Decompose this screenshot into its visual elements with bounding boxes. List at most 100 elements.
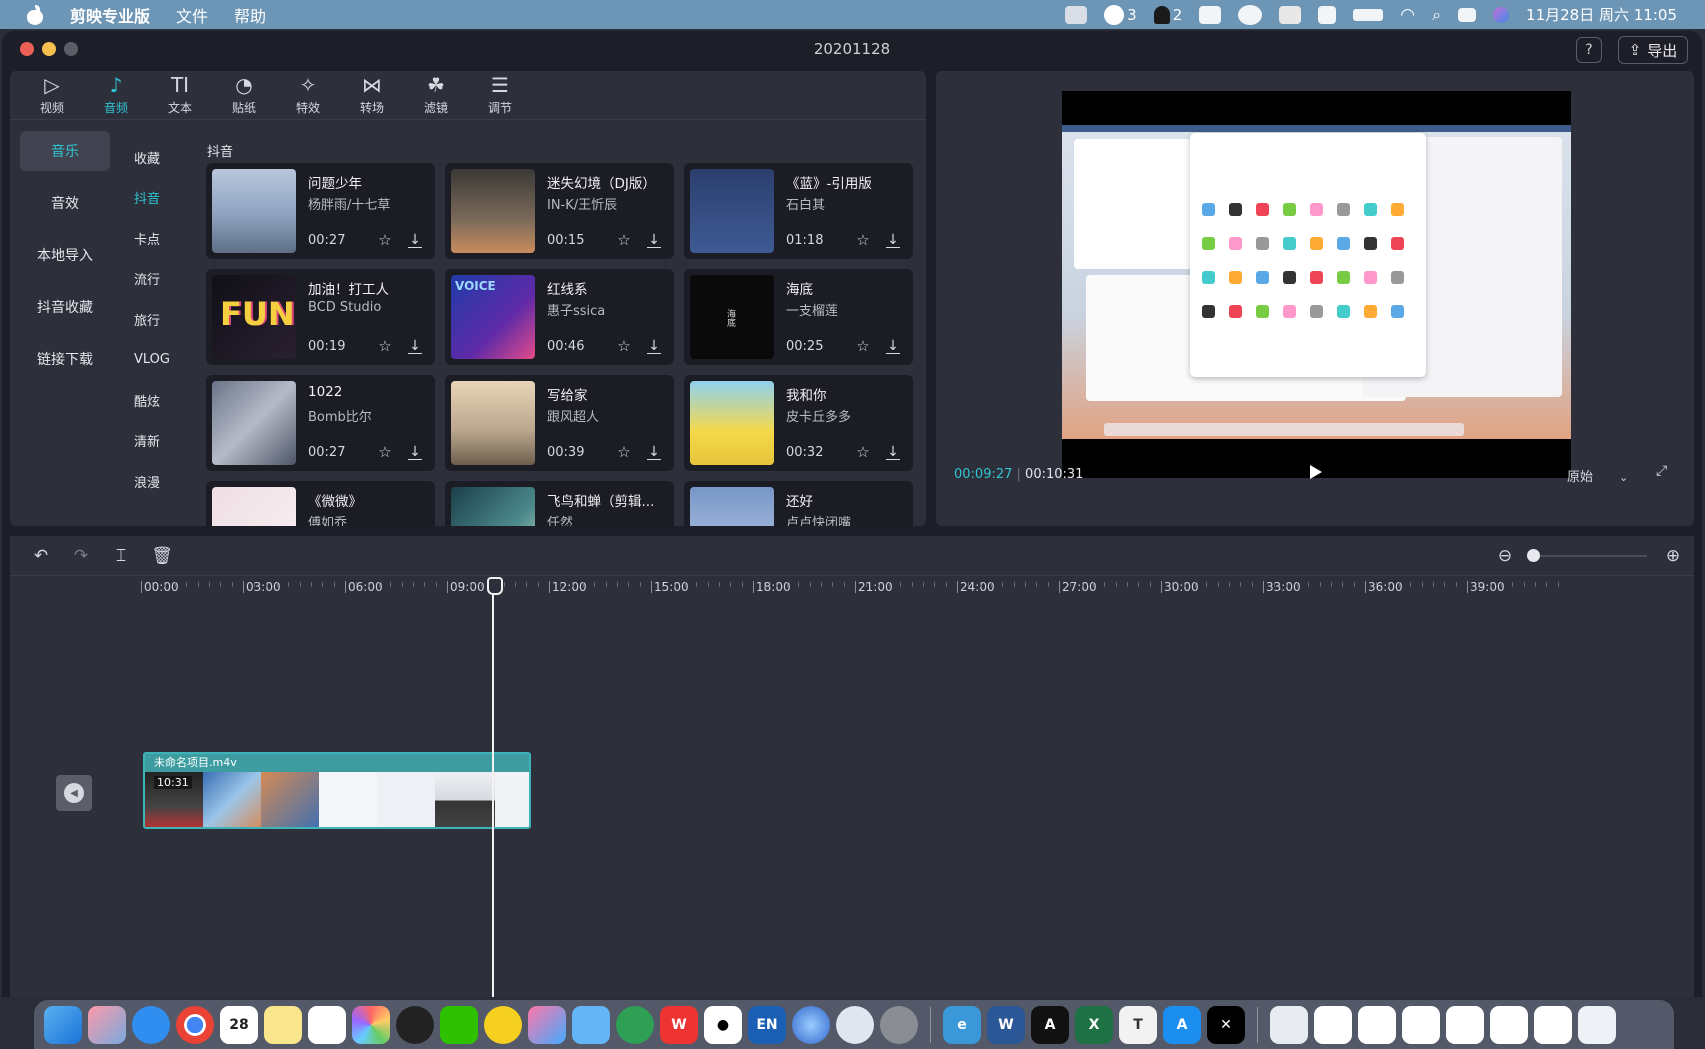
cloud-status-icon[interactable] — [1238, 4, 1263, 25]
control-status-icon[interactable] — [1199, 5, 1222, 24]
download-icon[interactable]: ↓ — [645, 231, 663, 249]
capcut-icon[interactable]: ✕ — [1207, 1005, 1245, 1044]
subcategory-item[interactable]: VLOG — [134, 340, 204, 381]
screenshot-file-icon[interactable] — [1402, 1005, 1440, 1044]
favorite-star-icon[interactable]: ☆ — [615, 337, 633, 355]
paint-icon[interactable] — [528, 1005, 566, 1044]
bird-app-icon[interactable] — [572, 1005, 610, 1044]
datetime[interactable]: 11月28日 周六 11:05 — [1526, 4, 1677, 25]
chrome-icon[interactable] — [176, 1005, 214, 1044]
tool-audio[interactable]: ♪ 音频 — [84, 71, 148, 120]
menu-help[interactable]: 帮助 — [234, 3, 266, 27]
download-icon[interactable]: ↓ — [884, 337, 902, 355]
zoom-in-icon[interactable]: ⊕ — [1662, 545, 1684, 567]
battery-icon[interactable] — [1353, 8, 1384, 21]
favorite-star-icon[interactable]: ☆ — [854, 443, 872, 461]
tool-effects[interactable]: ✧ 特效 — [276, 71, 340, 120]
video-clip[interactable]: 未命名项目.m4v 10:31 — [143, 752, 531, 829]
qq-icon[interactable] — [396, 1005, 434, 1044]
play-button[interactable] — [1310, 465, 1322, 479]
category-item[interactable]: 音乐 — [20, 131, 110, 171]
siri-icon[interactable] — [1493, 6, 1510, 23]
grid-status-icon[interactable] — [1318, 5, 1337, 24]
category-item[interactable]: 链接下载 — [20, 339, 110, 379]
notes-icon[interactable] — [264, 1005, 302, 1044]
menu-file[interactable]: 文件 — [176, 3, 208, 27]
download-icon[interactable]: ↓ — [645, 337, 663, 355]
track-card[interactable]: 飞鸟和蝉（剪辑... 任然 — [445, 481, 674, 526]
reminders-icon[interactable] — [308, 1005, 346, 1044]
favorite-star-icon[interactable]: ☆ — [615, 231, 633, 249]
maps-icon[interactable] — [484, 1005, 522, 1044]
search-icon[interactable]: ⌕ — [1432, 5, 1441, 25]
screenshot-status-icon[interactable] — [1279, 5, 1302, 24]
safari-icon[interactable] — [132, 1005, 170, 1044]
help-button[interactable]: ? — [1576, 37, 1602, 63]
tool-filter[interactable]: ☘ 滤镜 — [404, 71, 468, 120]
subcategory-item[interactable]: 酷炫 — [134, 380, 204, 421]
category-item[interactable]: 抖音收藏 — [20, 287, 110, 327]
time-ruler[interactable]: 00:00 03:00 06:00 09:00 12:00 15:00 18:00 21:00… — [141, 580, 1694, 596]
subcategory-item[interactable]: 收藏 — [134, 137, 204, 178]
screenshot-file-icon[interactable] — [1358, 1005, 1396, 1044]
redo-icon[interactable]: ↷ — [70, 545, 92, 567]
calendar-icon[interactable]: 28 — [220, 1005, 258, 1044]
download-icon[interactable]: ↓ — [884, 231, 902, 249]
subcategory-item[interactable]: 抖音 — [134, 178, 204, 219]
track-card[interactable]: 《微微》 傅如乔 — [206, 481, 435, 526]
screenshot-file-icon[interactable] — [1534, 1005, 1572, 1044]
category-item[interactable]: 音效 — [20, 183, 110, 223]
favorite-star-icon[interactable]: ☆ — [376, 231, 394, 249]
track-card[interactable]: 写给家 跟风超人 00:39 ☆ ↓ — [445, 375, 674, 471]
favorite-star-icon[interactable]: ☆ — [376, 443, 394, 461]
tool-video[interactable]: ▷ 视频 — [20, 71, 84, 120]
menu-app-name[interactable]: 剪映专业版 — [70, 3, 150, 27]
favorite-star-icon[interactable]: ☆ — [854, 337, 872, 355]
screenshot-file-icon[interactable] — [1490, 1005, 1528, 1044]
delete-icon[interactable]: 🗑 — [151, 545, 173, 567]
app-store-icon[interactable]: A — [1163, 1005, 1201, 1044]
panda-icon[interactable]: ● — [704, 1005, 742, 1044]
apple-menu-icon[interactable] — [26, 4, 44, 25]
zoom-slider-knob[interactable] — [1526, 549, 1540, 562]
tool-transition[interactable]: ⋈ 转场 — [340, 71, 404, 120]
network-icon[interactable] — [792, 1005, 830, 1044]
subcategory-item[interactable]: 浪漫 — [134, 461, 204, 502]
track-card[interactable]: 1022 Bomb比尔 00:27 ☆ ↓ — [206, 375, 435, 471]
wechat-icon[interactable] — [440, 1005, 478, 1044]
track-card[interactable]: 迷失幻境（DJ版） IN-K/王忻辰 00:15 ☆ ↓ — [445, 163, 674, 259]
notification-status-icon[interactable]: 2 — [1153, 5, 1182, 24]
export-button[interactable]: ⇪ 导出 — [1618, 36, 1688, 64]
playhead[interactable] — [487, 577, 503, 997]
download-icon[interactable]: ↓ — [406, 231, 424, 249]
wechat-status-icon[interactable]: 3 — [1104, 4, 1137, 25]
undo-icon[interactable]: ↶ — [30, 545, 52, 567]
zoom-out-icon[interactable]: ⊖ — [1494, 545, 1516, 567]
excel-icon[interactable]: X — [1075, 1005, 1113, 1044]
track-card[interactable]: 还好 卢卢快闭嘴 — [684, 481, 913, 526]
favorite-star-icon[interactable]: ☆ — [854, 231, 872, 249]
subcategory-item[interactable]: 清新 — [134, 421, 204, 462]
typora-icon[interactable]: T — [1119, 1005, 1157, 1044]
fullscreen-icon[interactable]: ⤢ — [1656, 463, 1672, 479]
evernote-icon[interactable] — [616, 1005, 654, 1044]
track-card[interactable]: 问题少年 杨胖雨/十七草 00:27 ☆ ↓ — [206, 163, 435, 259]
track-card[interactable]: VOICE 红线系 惠子ssica 00:46 ☆ ↓ — [445, 269, 674, 365]
photos-icon[interactable] — [352, 1005, 390, 1044]
subcategory-item[interactable]: 旅行 — [134, 299, 204, 340]
track-card[interactable]: FUN 加油！打工人 BCD Studio 00:19 ☆ ↓ — [206, 269, 435, 365]
launchpad-icon[interactable] — [88, 1005, 126, 1044]
finder-icon[interactable] — [44, 1005, 82, 1044]
download-icon[interactable]: ↓ — [406, 443, 424, 461]
word-icon[interactable]: W — [987, 1005, 1025, 1044]
control-center-icon[interactable] — [1458, 7, 1477, 22]
system-preferences-icon[interactable] — [880, 1005, 918, 1044]
download-icon[interactable]: ↓ — [645, 443, 663, 461]
track-mute-button[interactable]: ◀ — [56, 775, 92, 811]
zoom-slider[interactable] — [1532, 555, 1647, 557]
document-stack-icon[interactable] — [1270, 1005, 1308, 1044]
split-icon[interactable]: ⌶ — [110, 545, 132, 567]
browser-e-icon[interactable]: e — [943, 1005, 981, 1044]
mail-plane-icon[interactable] — [836, 1005, 874, 1044]
favorite-star-icon[interactable]: ☆ — [615, 443, 633, 461]
